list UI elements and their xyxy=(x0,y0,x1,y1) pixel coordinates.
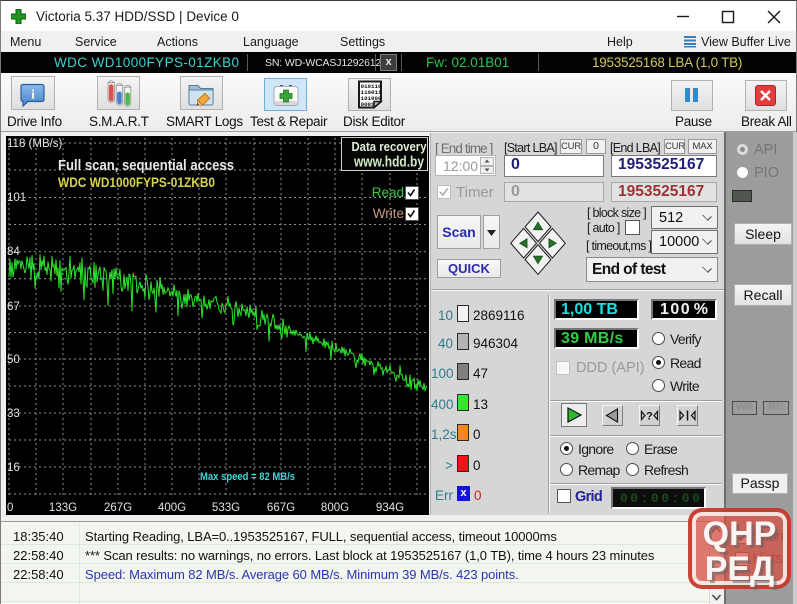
svg-text:118 (MB/s): 118 (MB/s) xyxy=(7,138,63,150)
svg-text:0001: 0001 xyxy=(361,101,375,108)
svg-text:133G: 133G xyxy=(49,502,77,514)
svg-text:?: ? xyxy=(646,411,653,423)
svg-text:800G: 800G xyxy=(321,502,349,514)
svg-text:50: 50 xyxy=(7,354,20,366)
svg-text:Read: Read xyxy=(372,185,404,200)
svg-text:934G: 934G xyxy=(376,502,404,514)
svg-text:WDC WD1000FYPS-01ZKB0: WDC WD1000FYPS-01ZKB0 xyxy=(58,175,215,190)
svg-text:16: 16 xyxy=(7,462,20,474)
svg-text:Full scan, sequential access: Full scan, sequential access xyxy=(58,158,234,174)
svg-text:84: 84 xyxy=(7,246,20,258)
svg-text:667G: 667G xyxy=(267,502,295,514)
svg-text:Write: Write xyxy=(373,206,404,221)
svg-text:Max speed = 82 MB/s: Max speed = 82 MB/s xyxy=(200,471,295,483)
svg-text:33: 33 xyxy=(7,408,20,420)
svg-text:www.hdd.by: www.hdd.by xyxy=(353,155,424,171)
svg-text:i: i xyxy=(31,87,35,102)
svg-text:267G: 267G xyxy=(104,502,132,514)
svg-text:67: 67 xyxy=(7,301,20,313)
svg-text:Data recovery: Data recovery xyxy=(352,139,428,154)
svg-text:0: 0 xyxy=(7,502,13,514)
svg-text:400G: 400G xyxy=(158,502,186,514)
svg-text:533G: 533G xyxy=(212,502,240,514)
svg-text:101: 101 xyxy=(7,192,26,204)
